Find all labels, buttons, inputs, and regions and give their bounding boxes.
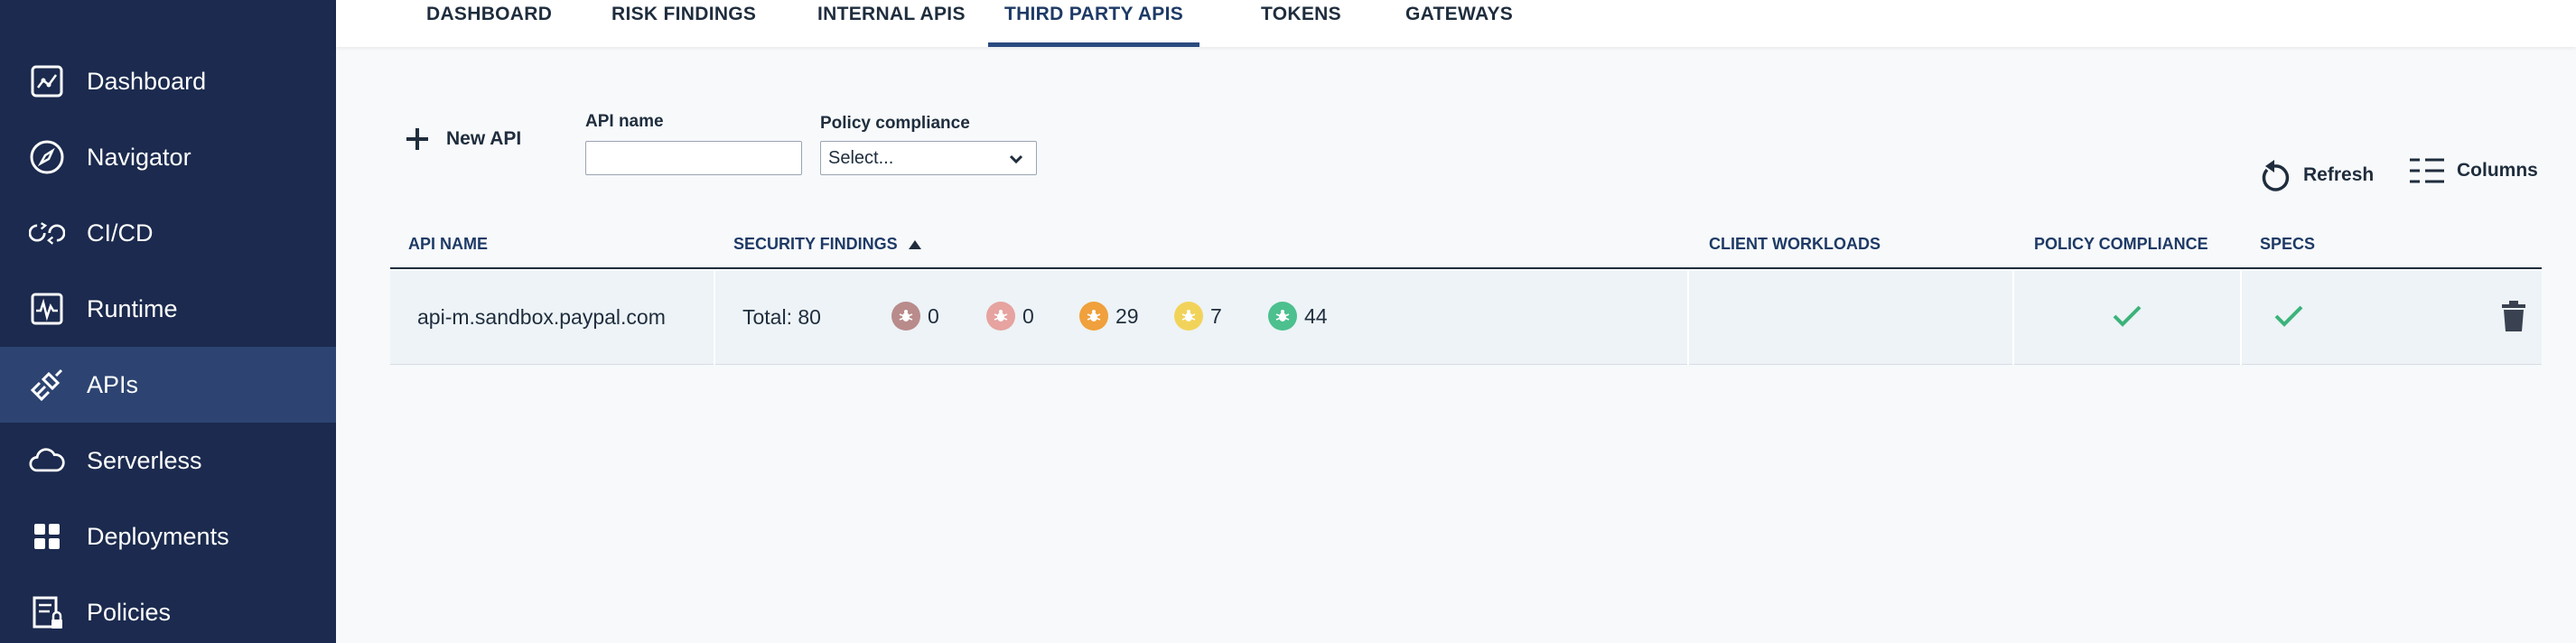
sidebar-item-label: Navigator	[87, 143, 191, 171]
plus-icon	[405, 126, 430, 152]
policy-compliance-select[interactable]: Select...	[820, 141, 1037, 175]
column-divider	[2012, 271, 2014, 365]
sidebar-item-label: CI/CD	[87, 219, 154, 247]
refresh-button[interactable]: Refresh	[2258, 157, 2374, 193]
sidebar: Dashboard Navigator CI/CD Runtime APIs S…	[0, 0, 336, 643]
table-row[interactable]: api-m.sandbox.paypal.com Total: 80 0 0 2…	[390, 271, 2542, 365]
sort-ascending-icon	[908, 239, 921, 249]
policy-compliance-check-icon	[2112, 303, 2142, 333]
finding-count: 0	[1022, 303, 1034, 328]
bug-icon	[1268, 302, 1297, 331]
api-name-input[interactable]	[585, 141, 802, 175]
finding-count: 29	[1115, 303, 1139, 328]
tab-tokens[interactable]: TOKENS	[1261, 0, 1341, 47]
column-header-api-name[interactable]: API NAME	[408, 235, 488, 254]
bug-icon	[986, 302, 1015, 331]
finding-count: 7	[1210, 303, 1222, 328]
sidebar-item-label: Policies	[87, 598, 172, 626]
tab-dashboard[interactable]: DASHBOARD	[426, 0, 552, 47]
finding-medium[interactable]: 29	[1079, 302, 1139, 331]
sidebar-item-navigator[interactable]: Navigator	[0, 119, 336, 195]
findings-total: Total: 80	[742, 305, 821, 329]
tab-third-party-apis[interactable]: THIRD PARTY APIS	[988, 0, 1199, 47]
column-header-label: SPECS	[2260, 235, 2316, 253]
dashboard-icon	[29, 63, 65, 99]
compass-icon	[29, 139, 65, 175]
policy-compliance-value: Select...	[828, 147, 894, 168]
grid-icon	[29, 518, 65, 554]
policy-compliance-label: Policy compliance	[820, 114, 970, 133]
column-header-label: SECURITY FINDINGS	[733, 235, 898, 253]
tab-internal-apis[interactable]: INTERNAL APIS	[817, 0, 966, 47]
policy-lock-icon	[29, 594, 65, 630]
sidebar-item-label: APIs	[87, 370, 139, 398]
finding-high[interactable]: 0	[986, 302, 1034, 331]
sidebar-item-label: Runtime	[87, 294, 178, 322]
finding-count: 44	[1304, 303, 1328, 328]
column-header-security-findings[interactable]: SECURITY FINDINGS	[733, 235, 921, 254]
bug-icon	[891, 302, 920, 331]
api-name-cell[interactable]: api-m.sandbox.paypal.com	[417, 305, 666, 330]
columns-label: Columns	[2457, 160, 2538, 181]
columns-button[interactable]: Columns	[2410, 157, 2538, 184]
sidebar-item-label: Serverless	[87, 446, 202, 474]
finding-count: 0	[928, 303, 939, 328]
delete-trash-icon[interactable]	[2500, 300, 2527, 337]
tab-gateways[interactable]: GATEWAYS	[1405, 0, 1513, 47]
api-name-label: API name	[585, 112, 664, 131]
top-tab-bar: DASHBOARD RISK FINDINGS INTERNAL APIS TH…	[336, 0, 2576, 47]
tab-risk-findings[interactable]: RISK FINDINGS	[611, 0, 756, 47]
finding-low[interactable]: 7	[1174, 302, 1222, 331]
sidebar-item-runtime[interactable]: Runtime	[0, 271, 336, 347]
refresh-label: Refresh	[2303, 164, 2375, 185]
bug-icon	[1079, 302, 1108, 331]
column-header-specs[interactable]: SPECS	[2260, 235, 2315, 254]
new-api-button[interactable]: New API	[405, 126, 521, 152]
columns-icon	[2410, 157, 2444, 184]
table-header: API NAME SECURITY FINDINGS CLIENT WORKLO…	[390, 228, 2542, 269]
cloud-icon	[29, 443, 65, 479]
sidebar-item-deployments[interactable]: Deployments	[0, 499, 336, 574]
finding-info[interactable]: 44	[1268, 302, 1328, 331]
column-header-label: POLICY COMPLIANCE	[2034, 235, 2208, 253]
column-divider	[1687, 271, 1689, 365]
sidebar-item-label: Dashboard	[87, 67, 207, 95]
finding-critical[interactable]: 0	[891, 302, 939, 331]
sidebar-item-cicd[interactable]: CI/CD	[0, 195, 336, 271]
sidebar-item-apis[interactable]: APIs	[0, 347, 336, 423]
runtime-icon	[29, 291, 65, 327]
sidebar-item-dashboard[interactable]: Dashboard	[0, 43, 336, 119]
sidebar-item-label: Deployments	[87, 522, 229, 550]
specs-check-icon	[2273, 303, 2304, 333]
new-api-label: New API	[446, 128, 522, 149]
column-header-label: API NAME	[408, 235, 489, 253]
cicd-icon	[29, 215, 65, 251]
sidebar-item-policies[interactable]: Policies	[0, 574, 336, 643]
refresh-icon	[2258, 157, 2291, 193]
column-divider	[714, 271, 715, 365]
column-header-client-workloads[interactable]: CLIENT WORKLOADS	[1709, 235, 1881, 254]
api-plug-icon	[29, 367, 65, 403]
bug-icon	[1174, 302, 1203, 331]
column-header-label: CLIENT WORKLOADS	[1709, 235, 1881, 253]
sidebar-item-serverless[interactable]: Serverless	[0, 423, 336, 499]
chevron-down-icon	[1007, 150, 1025, 173]
column-divider	[2240, 271, 2242, 365]
column-header-policy-compliance[interactable]: POLICY COMPLIANCE	[2034, 235, 2208, 254]
